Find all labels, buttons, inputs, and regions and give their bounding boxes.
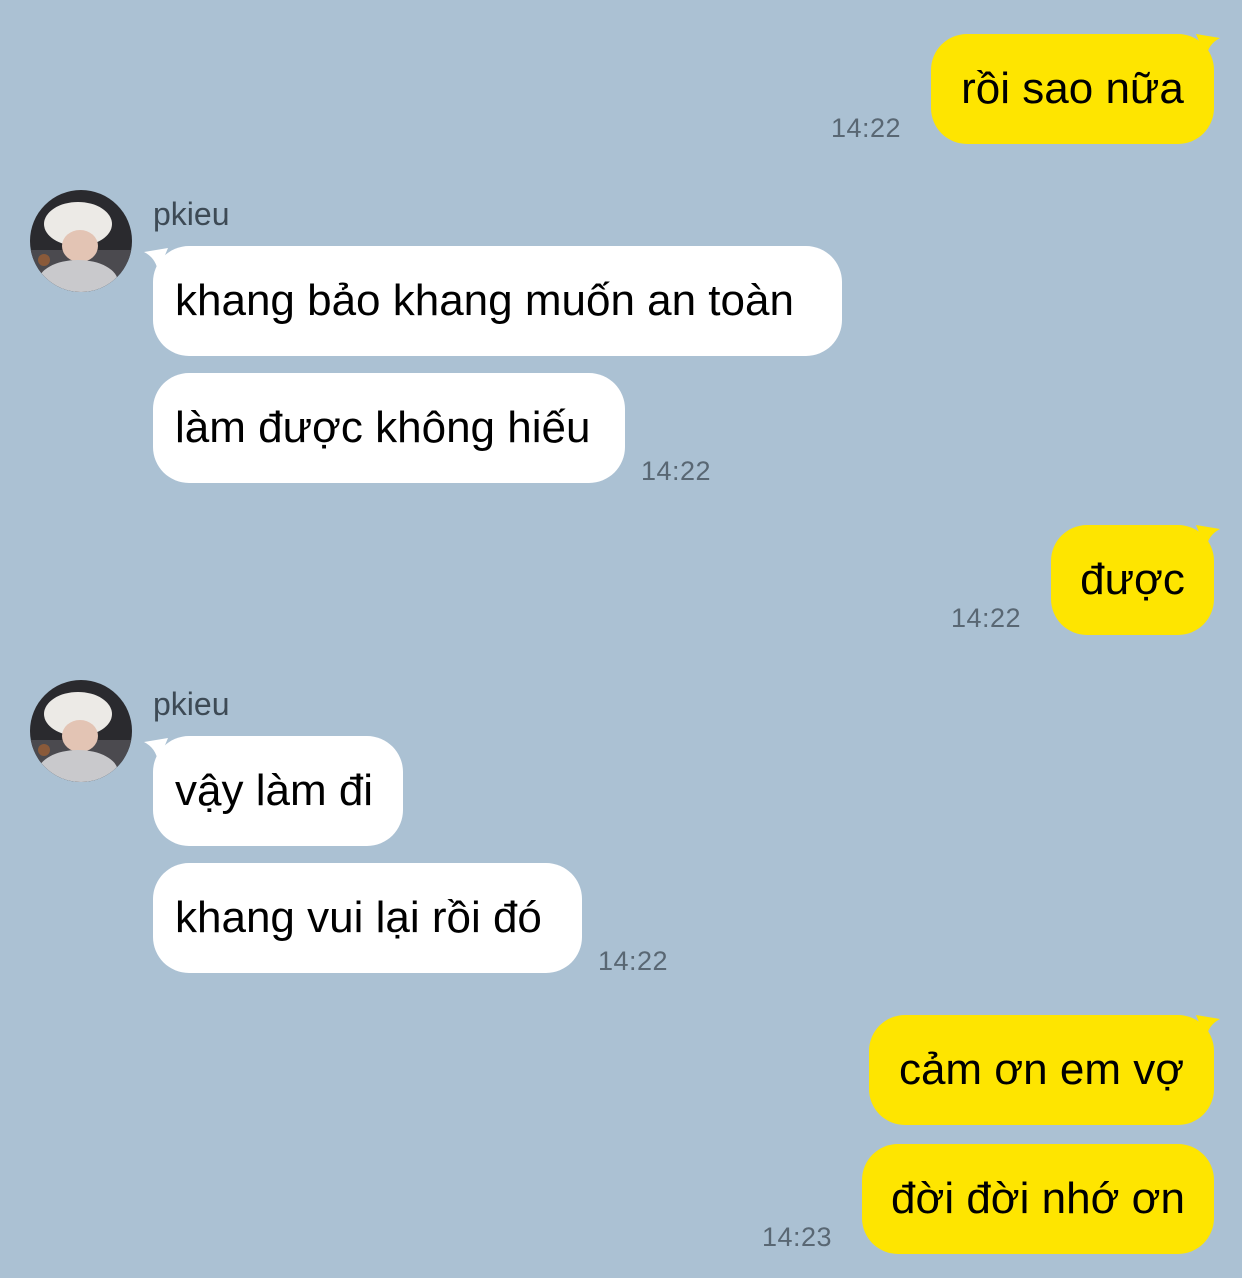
message-time: 14:22 xyxy=(641,456,712,486)
chat-view: rồi sao nữa 14:22 pkieu khang bảo khang … xyxy=(0,0,1242,1278)
message-bubble-outgoing[interactable]: rồi sao nữa xyxy=(931,34,1214,144)
message-time: 14:22 xyxy=(951,603,1022,633)
bubble-tail xyxy=(1196,34,1220,58)
sender-name: pkieu xyxy=(153,686,230,722)
message-bubble-incoming[interactable]: làm được không hiếu xyxy=(153,373,625,483)
message-time: 14:22 xyxy=(831,113,902,143)
message-bubble-incoming[interactable]: khang bảo khang muốn an toàn xyxy=(153,246,842,356)
message-bubble-outgoing[interactable]: đời đời nhớ ơn xyxy=(862,1144,1214,1254)
message-bubble-incoming[interactable]: khang vui lại rồi đó xyxy=(153,863,582,973)
message-bubble-outgoing[interactable]: được xyxy=(1051,525,1214,635)
user-avatar-icon[interactable] xyxy=(30,190,132,292)
message-time: 14:23 xyxy=(762,1222,833,1252)
message-time: 14:22 xyxy=(598,946,669,976)
bubble-tail xyxy=(1196,1015,1220,1039)
message-bubble-outgoing[interactable]: cảm ơn em vợ xyxy=(869,1015,1214,1125)
sender-name: pkieu xyxy=(153,196,230,232)
bubble-tail xyxy=(1196,525,1220,549)
user-avatar-icon[interactable] xyxy=(30,680,132,782)
message-bubble-incoming[interactable]: vậy làm đi xyxy=(153,736,403,846)
